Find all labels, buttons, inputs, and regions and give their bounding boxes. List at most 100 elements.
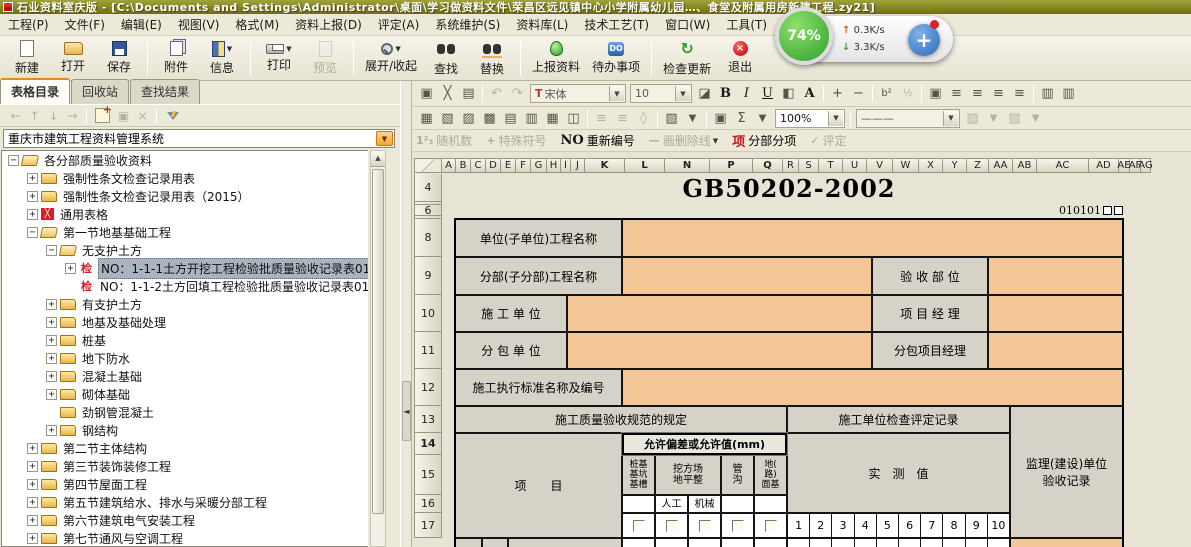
row-header[interactable]: 17 [414, 513, 442, 538]
column-header[interactable]: H [547, 158, 561, 173]
tab-inactive[interactable]: 回收站 [71, 79, 129, 104]
shading-color-arrow-icon[interactable]: ▼ [1025, 109, 1046, 127]
tree-item-label[interactable]: 第二节主体结构 [61, 439, 149, 458]
upload-data-button[interactable]: 上报资料 [526, 37, 586, 79]
menu-item[interactable]: 工程(P) [0, 14, 57, 35]
menu-item[interactable]: 格式(M) [227, 14, 287, 35]
collapse-icon[interactable]: − [27, 227, 38, 238]
row-header[interactable]: 11 [414, 332, 442, 369]
column-header[interactable]: F [516, 158, 531, 173]
menu-item[interactable]: 资料上报(D) [287, 14, 370, 35]
cell-empty[interactable] [754, 495, 787, 513]
measure-number-cell[interactable]: 7 [920, 514, 942, 537]
tree-item[interactable]: +第二节主体结构 [2, 439, 368, 457]
cell-empty[interactable] [508, 538, 622, 547]
tree-item[interactable]: + 钢结构 [2, 421, 368, 439]
input-construction-unit[interactable] [567, 295, 872, 332]
tree-item[interactable]: +检NO：1-1-1土方开挖工程检验批质量验收记录表0101 [2, 259, 368, 277]
system-select[interactable]: 重庆市建筑工程资料管理系统 ▼ [3, 129, 395, 148]
column-header[interactable]: G [531, 158, 547, 173]
nav-left-icon[interactable]: ← [6, 109, 25, 123]
row-header[interactable]: 13 [414, 406, 442, 433]
column-header[interactable]: D [486, 158, 501, 173]
tool-画删除线[interactable]: —画删除线▼ [649, 132, 718, 149]
input-acceptance-part[interactable] [988, 257, 1123, 295]
cell-empty[interactable] [721, 538, 754, 547]
cell-empty[interactable] [622, 538, 655, 547]
input-sub-pm[interactable] [988, 332, 1123, 369]
measure-value-cell[interactable] [831, 539, 853, 547]
row-header[interactable]: 4 [414, 174, 442, 202]
input-unit-name[interactable] [622, 219, 1123, 257]
cell-pattern-icon[interactable]: ▦ [542, 109, 563, 127]
input-project-manager[interactable] [988, 295, 1123, 332]
insert-column-icon[interactable]: ▤ [500, 109, 521, 127]
font-name-select[interactable]: T 宋体 ▼ [530, 84, 626, 103]
tree-item-label[interactable]: 通用表格 [58, 205, 110, 224]
column-header[interactable]: S [799, 158, 819, 173]
cell-empty[interactable] [655, 538, 688, 547]
line-style-arrow-icon[interactable]: ▼ [943, 111, 958, 126]
superscript-icon[interactable]: b² [876, 85, 897, 103]
expand-icon[interactable]: + [46, 425, 57, 436]
tree-item[interactable]: +第五节建筑给水、排水与采暖分部工程 [2, 493, 368, 511]
line-style-select[interactable]: ——— ▼ [856, 109, 960, 128]
tree-item-label[interactable]: 有支护土方 [80, 295, 144, 314]
tool-分部分项[interactable]: 项分部分项 [732, 131, 796, 150]
column-header[interactable]: C [471, 158, 486, 173]
eraser-icon[interactable]: ◊ [633, 109, 654, 127]
border-color-arrow-icon[interactable]: ▼ [983, 109, 1004, 127]
tab-inactive[interactable]: 查找结果 [130, 79, 200, 104]
column-header[interactable]: N [665, 158, 710, 173]
selected-cell-allow-deviation[interactable]: 允许偏差或允许值(mm) [622, 433, 787, 455]
cut-icon[interactable]: ╳ [437, 85, 458, 103]
cell-empty[interactable] [721, 495, 754, 513]
input-subsection-name[interactable] [622, 257, 872, 295]
column-header[interactable]: U [843, 158, 867, 173]
expand-icon[interactable]: + [46, 299, 57, 310]
tree-item[interactable]: −各分部质量验收资料 [2, 151, 368, 169]
row-header[interactable]: 10 [414, 295, 442, 332]
column-header[interactable]: K [585, 158, 625, 173]
column-header[interactable]: AD [1089, 158, 1119, 173]
option-checkbox[interactable] [633, 520, 645, 532]
measure-value-cell[interactable] [854, 539, 876, 547]
collapse-icon[interactable]: − [46, 245, 57, 256]
copy-icon[interactable]: ▣ [416, 85, 437, 103]
bold-icon[interactable]: B [715, 85, 736, 103]
tree-item-label[interactable]: NO：1-1-1土方开挖工程检验批质量验收记录表0101 [98, 258, 368, 279]
cell-empty[interactable] [622, 495, 655, 513]
column-header[interactable]: V [867, 158, 893, 173]
fraction-icon[interactable]: ½ [897, 85, 918, 103]
sum-arrow-icon[interactable]: ▼ [752, 109, 773, 127]
merge-cells-icon[interactable]: ▨ [458, 109, 479, 127]
shading-color-icon[interactable]: ▧ [1004, 109, 1025, 127]
info-book-button[interactable]: ▼信息 [199, 37, 245, 79]
measure-number-cell[interactable]: 4 [854, 514, 876, 537]
tree-item[interactable]: +混凝土基础 [2, 367, 368, 385]
measure-value-cell[interactable] [788, 539, 809, 547]
align-left-icon[interactable]: ≡ [946, 85, 967, 103]
frame-icon[interactable]: ▣ [710, 109, 731, 127]
save-disk-button[interactable]: 保存 [96, 37, 142, 79]
tree-item[interactable]: +╳通用表格 [2, 205, 368, 223]
expand-icon[interactable]: + [46, 335, 57, 346]
measure-number-cell[interactable]: 9 [965, 514, 987, 537]
column-header[interactable]: Z [967, 158, 989, 173]
tree-item[interactable]: +第六节建筑电气安装工程 [2, 511, 368, 529]
align-justify-icon[interactable]: ≡ [1009, 85, 1030, 103]
vertical-distribute-icon[interactable]: ▥ [1058, 85, 1079, 103]
tree-item-label[interactable]: 劲钢管混凝土 [80, 403, 156, 422]
panel-splitter[interactable]: ◄ [400, 81, 412, 547]
column-header[interactable]: Y [943, 158, 967, 173]
expand-collapse-button[interactable]: ▼展开/收起 [359, 37, 423, 79]
column-header[interactable]: Q [753, 158, 783, 173]
row-header[interactable]: 15 [414, 455, 442, 495]
expand-icon[interactable]: + [46, 389, 57, 400]
tree-item-label[interactable]: 钢结构 [80, 421, 120, 440]
measure-number-cell[interactable]: 10 [987, 514, 1009, 537]
column-header[interactable]: AC [1037, 158, 1089, 173]
exit-button[interactable]: ×退出 [717, 37, 763, 79]
text-box-icon[interactable]: ▣ [925, 85, 946, 103]
tree-item-label[interactable]: 第一节地基基础工程 [61, 223, 173, 242]
